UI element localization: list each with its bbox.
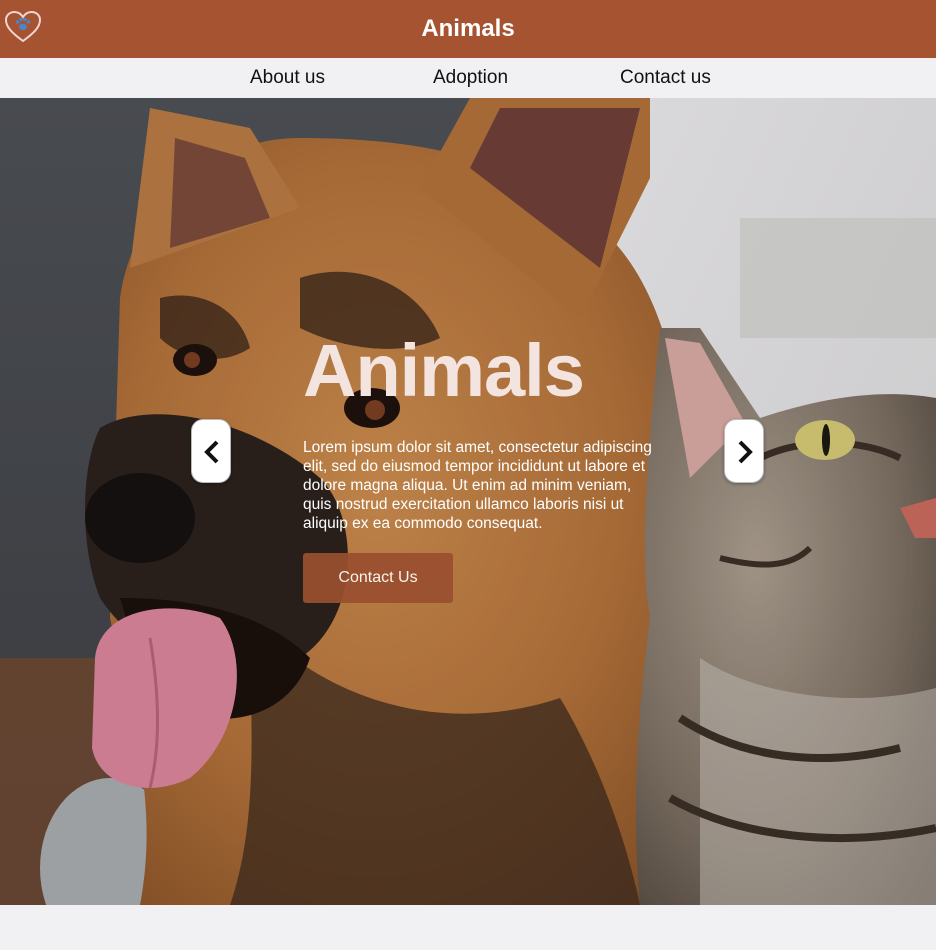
site-header: Animals: [0, 0, 936, 58]
nav-link-contact-us[interactable]: Contact us: [620, 58, 711, 98]
carousel-prev-button[interactable]: [191, 419, 231, 483]
carousel-next-button[interactable]: [724, 419, 764, 483]
nav-link-adoption[interactable]: Adoption: [433, 58, 508, 98]
chevron-right-icon: [738, 440, 753, 464]
site-title: Animals: [421, 15, 515, 42]
hero-heading: Animals: [303, 329, 585, 412]
chevron-left-icon: [204, 440, 219, 464]
hero-paragraph: Lorem ipsum dolor sit amet, consectetur …: [303, 439, 652, 532]
main-nav: About us Adoption Contact us: [0, 58, 936, 98]
hero-carousel: Animals Lorem ipsum dolor sit amet, cons…: [0, 98, 936, 905]
contact-us-button[interactable]: Contact Us: [303, 553, 453, 603]
nav-link-about-us[interactable]: About us: [250, 58, 325, 98]
